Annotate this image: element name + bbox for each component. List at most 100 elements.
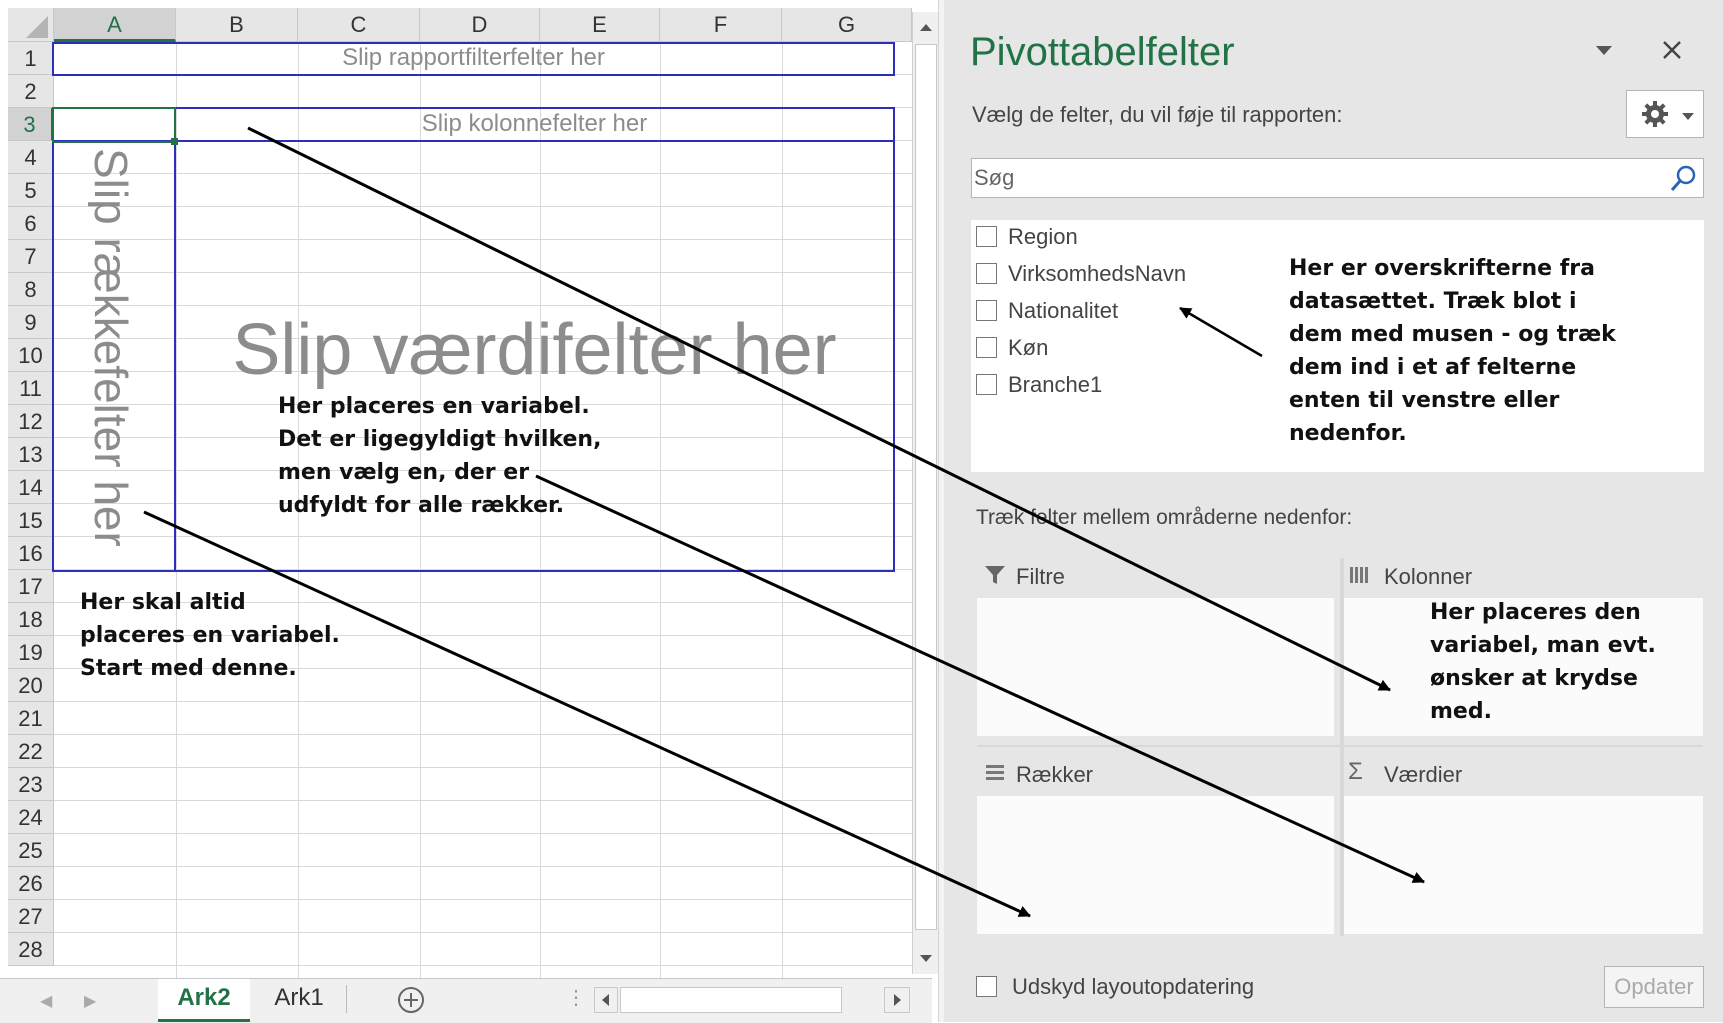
column-header-c[interactable]: C — [298, 8, 420, 42]
row-header[interactable]: 28 — [8, 933, 54, 966]
field-label-nationalitet[interactable]: Nationalitet — [1008, 298, 1118, 324]
pane-subtitle: Vælg de felter, du vil føje til rapporte… — [972, 102, 1343, 127]
values-area[interactable] — [1344, 796, 1703, 934]
hscroll-left-button[interactable] — [594, 987, 618, 1013]
rows-note: Her skal altid placeres en variabel. Sta… — [80, 590, 340, 681]
row-header[interactable]: 3 — [8, 108, 54, 141]
grid-line — [54, 701, 912, 702]
column-header-g[interactable]: G — [782, 8, 912, 42]
field-label-region[interactable]: Region — [1008, 224, 1078, 250]
grid-line — [54, 833, 912, 834]
grid-line — [54, 734, 912, 735]
hscroll-thumb[interactable] — [620, 987, 842, 1013]
grid-line — [54, 932, 912, 933]
chevron-down-icon[interactable] — [1594, 44, 1614, 63]
close-icon[interactable] — [1660, 38, 1684, 67]
grid-line — [54, 866, 912, 867]
values-drop-label: Slip værdifelter her — [232, 310, 837, 390]
filters-area[interactable] — [977, 598, 1334, 736]
row-header[interactable]: 20 — [8, 669, 54, 702]
rows-area[interactable] — [977, 796, 1334, 934]
columns-area-label: Kolonner — [1384, 564, 1473, 589]
field-checkbox-koen[interactable] — [976, 337, 997, 358]
rows-icon — [984, 762, 1006, 789]
row-header[interactable]: 6 — [8, 207, 54, 240]
field-label-virksomhedsnavn[interactable]: VirksomhedsNavn — [1008, 261, 1186, 287]
select-all-corner[interactable] — [8, 8, 54, 42]
field-checkbox-region[interactable] — [976, 226, 997, 247]
active-cell-a3[interactable] — [52, 107, 176, 143]
defer-update-label[interactable]: Udskyd layoutopdatering — [1012, 974, 1254, 1000]
column-header-d[interactable]: D — [420, 8, 540, 42]
field-checkbox-nationalitet[interactable] — [976, 300, 997, 321]
row-header[interactable]: 4 — [8, 141, 54, 174]
row-header[interactable]: 17 — [8, 570, 54, 603]
column-header-f[interactable]: F — [660, 8, 782, 42]
scroll-thumb[interactable] — [915, 44, 937, 930]
hscroll-right-button[interactable] — [884, 987, 910, 1013]
row-header[interactable]: 19 — [8, 636, 54, 669]
row-header[interactable]: 26 — [8, 867, 54, 900]
grid-line — [54, 965, 912, 966]
values-note: Her placeres en variabel. Det er ligegyl… — [278, 394, 602, 518]
tab-scroll-left-icon[interactable]: ◀ — [40, 991, 52, 1011]
vertical-scrollbar[interactable] — [912, 12, 939, 974]
search-placeholder: Søg — [974, 165, 1015, 190]
update-button[interactable]: Opdater — [1604, 966, 1704, 1008]
grid-line — [54, 767, 912, 768]
column-header-b[interactable]: B — [176, 8, 298, 42]
row-header[interactable]: 7 — [8, 240, 54, 273]
settings-dropdown-icon — [1681, 109, 1695, 127]
column-drop-label: Slip kolonnefelter her — [421, 110, 648, 137]
field-checkbox-branche1[interactable] — [976, 374, 997, 395]
row-header[interactable]: 2 — [8, 75, 54, 108]
report-filter-label: Slip rapportfilterfelter her — [342, 44, 605, 71]
sigma-icon: Σ — [1348, 758, 1363, 785]
row-header[interactable]: 27 — [8, 900, 54, 933]
sheet-tab-bar: ◀ ▶ Ark2 Ark1 ⋮ — [0, 978, 932, 1023]
row-header[interactable]: 22 — [8, 735, 54, 768]
row-header[interactable]: 1 — [8, 42, 54, 75]
search-input[interactable]: Søg — [971, 158, 1704, 198]
row-header[interactable]: 12 — [8, 405, 54, 438]
columns-note: Her placeres den variabel, man evt. ønsk… — [1430, 600, 1656, 724]
pane-splitter[interactable] — [944, 482, 1723, 498]
search-icon[interactable] — [1668, 163, 1698, 198]
field-checkbox-virksomhedsnavn[interactable] — [976, 263, 997, 284]
tab-ark2[interactable]: Ark2 — [158, 979, 250, 1022]
scroll-down-button[interactable] — [913, 944, 939, 974]
row-header[interactable]: 9 — [8, 306, 54, 339]
row-header[interactable]: 15 — [8, 504, 54, 537]
filters-area-label: Filtre — [1016, 564, 1065, 589]
grid-line — [54, 800, 912, 801]
field-label-koen[interactable]: Køn — [1008, 335, 1048, 361]
field-label-branche1[interactable]: Branche1 — [1008, 372, 1102, 398]
row-header[interactable]: 16 — [8, 537, 54, 570]
row-header[interactable]: 8 — [8, 273, 54, 306]
settings-button[interactable] — [1626, 90, 1704, 138]
gear-icon — [1640, 99, 1670, 134]
column-header-e[interactable]: E — [540, 8, 660, 42]
plus-circle-icon[interactable] — [396, 985, 426, 1020]
row-header[interactable]: 18 — [8, 603, 54, 636]
fill-handle[interactable] — [171, 138, 178, 145]
tab-scroll-right-icon[interactable]: ▶ — [84, 991, 96, 1011]
row-header[interactable]: 21 — [8, 702, 54, 735]
row-header[interactable]: 13 — [8, 438, 54, 471]
grid-line — [54, 899, 912, 900]
row-header[interactable]: 14 — [8, 471, 54, 504]
row-header[interactable]: 25 — [8, 834, 54, 867]
column-header-a[interactable]: A — [54, 8, 176, 42]
filter-icon — [984, 564, 1006, 591]
row-header[interactable]: 23 — [8, 768, 54, 801]
row-header[interactable]: 24 — [8, 801, 54, 834]
defer-update-checkbox[interactable] — [976, 976, 997, 997]
row-header[interactable]: 5 — [8, 174, 54, 207]
tab-ark1[interactable]: Ark1 — [255, 979, 343, 1019]
scroll-up-button[interactable] — [913, 12, 939, 42]
horizontal-scrollbar[interactable] — [594, 987, 912, 1013]
row-header[interactable]: 11 — [8, 372, 54, 405]
spreadsheet: A B C D E F G 1 2 3 4 5 6 7 8 9 10 11 12 13 14 15 16 17 1… — [0, 0, 939, 1023]
row-header[interactable]: 10 — [8, 339, 54, 372]
split-handle-icon[interactable]: ⋮ — [566, 985, 586, 1010]
